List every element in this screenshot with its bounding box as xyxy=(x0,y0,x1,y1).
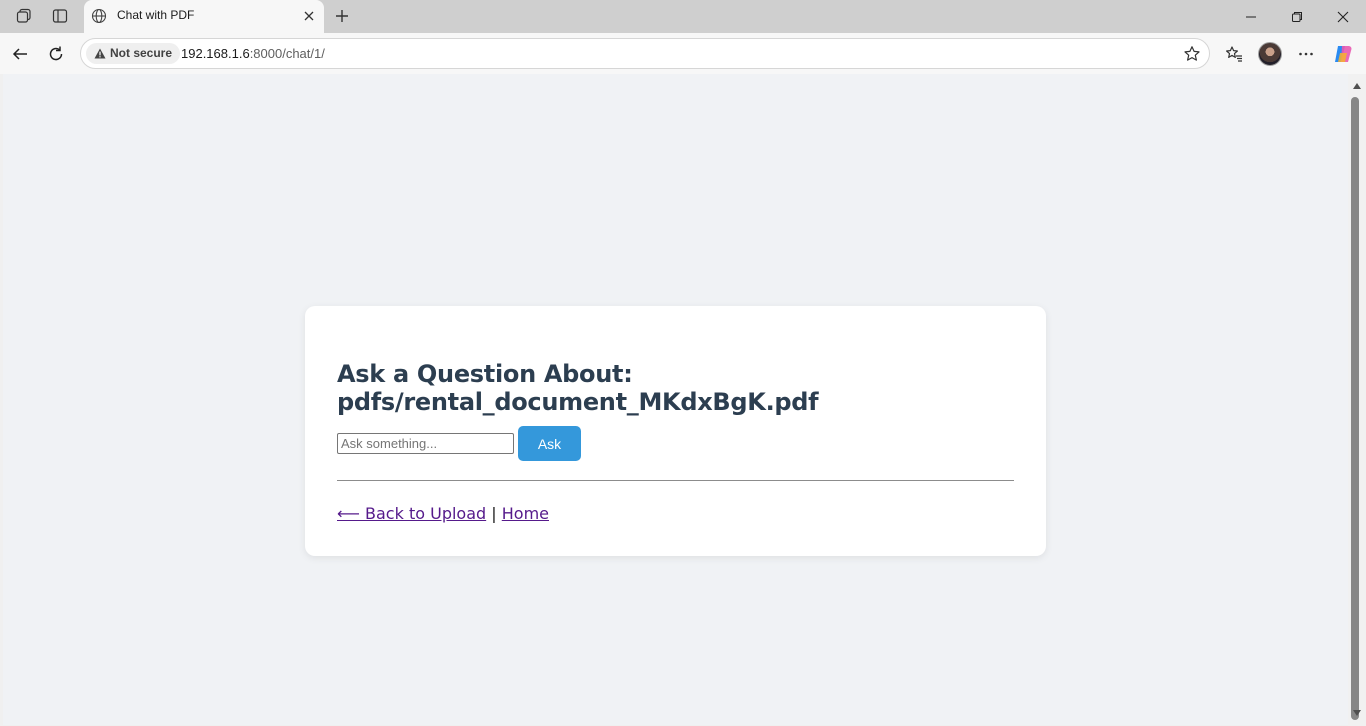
link-separator: | xyxy=(491,504,497,523)
question-card: Ask a Question About: pdfs/rental_docume… xyxy=(305,306,1046,556)
warning-icon xyxy=(94,48,106,59)
back-arrow-icon[interactable] xyxy=(7,41,33,67)
globe-icon xyxy=(91,8,107,29)
ask-button[interactable]: Ask xyxy=(518,426,581,461)
close-tab-icon[interactable] xyxy=(302,9,316,28)
workspaces-icon[interactable] xyxy=(10,4,38,28)
new-tab-button[interactable] xyxy=(330,5,354,27)
page-title: Ask a Question About: pdfs/rental_docume… xyxy=(337,360,819,416)
url-host: 192.168.1.6 xyxy=(181,46,250,61)
favorites-icon[interactable] xyxy=(1221,41,1247,67)
security-label: Not secure xyxy=(110,46,173,60)
profile-avatar[interactable] xyxy=(1258,42,1282,66)
tab-title: Chat with PDF xyxy=(117,8,195,22)
vertical-tabs-icon[interactable] xyxy=(46,4,74,28)
favorite-star-icon[interactable] xyxy=(1183,45,1201,68)
minimize-button[interactable] xyxy=(1228,0,1274,33)
scrollbar-thumb[interactable] xyxy=(1351,97,1359,720)
copilot-icon[interactable] xyxy=(1330,41,1356,67)
back-to-upload-link[interactable]: ⟵ Back to Upload xyxy=(337,504,486,523)
url-text[interactable]: 192.168.1.6:8000/chat/1/ xyxy=(181,46,325,61)
security-badge[interactable]: Not secure xyxy=(86,43,181,64)
active-tab[interactable]: Chat with PDF xyxy=(84,0,324,33)
browser-toolbar: Not secure 192.168.1.6:8000/chat/1/ xyxy=(0,33,1366,74)
refresh-icon[interactable] xyxy=(43,41,69,67)
footer-links: ⟵ Back to Upload | Home xyxy=(337,504,549,523)
scroll-down-arrow-icon[interactable] xyxy=(1350,706,1364,720)
url-path: :8000/chat/1/ xyxy=(249,46,325,61)
address-bar[interactable]: Not secure 192.168.1.6:8000/chat/1/ xyxy=(80,38,1210,69)
home-link[interactable]: Home xyxy=(502,504,549,523)
close-window-button[interactable] xyxy=(1320,0,1366,33)
page-viewport: Ask a Question About: pdfs/rental_docume… xyxy=(3,74,1348,725)
more-options-icon[interactable] xyxy=(1293,41,1319,67)
scroll-up-arrow-icon[interactable] xyxy=(1350,79,1364,93)
question-input[interactable] xyxy=(337,433,514,454)
vertical-scrollbar[interactable] xyxy=(1348,74,1366,726)
divider xyxy=(337,480,1014,481)
title-bar: Chat with PDF xyxy=(0,0,1366,33)
restore-button[interactable] xyxy=(1274,0,1320,33)
